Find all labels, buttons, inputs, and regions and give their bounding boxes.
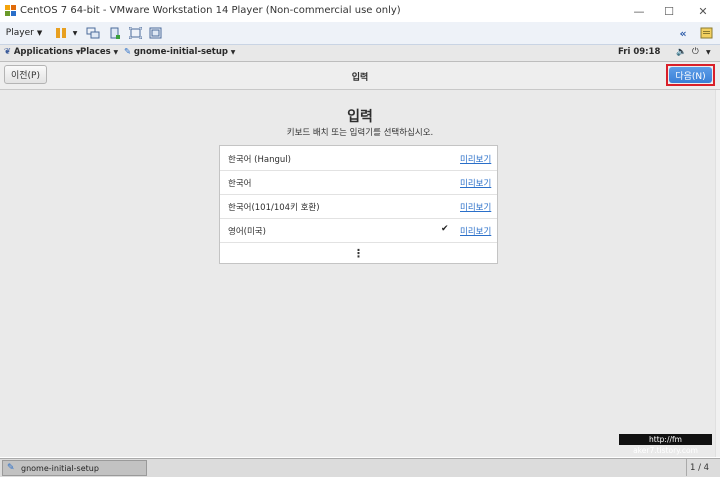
chevron-down-icon: ▼ xyxy=(72,29,78,37)
more-options-button[interactable]: ⋮ xyxy=(220,242,497,264)
setup-content: 입력 키보드 배치 또는 입력기를 선택하십시오. 한국어 (Hangul) 미… xyxy=(0,90,720,457)
library-button[interactable] xyxy=(697,25,715,41)
chevron-down-icon: ▼ xyxy=(36,29,43,37)
window-title-bar: CentOS 7 64-bit - VMware Workstation 14 … xyxy=(0,0,720,23)
list-item[interactable]: 한국어 미리보기 xyxy=(220,170,497,195)
close-button[interactable]: ✕ xyxy=(688,0,718,22)
pause-dropdown-button[interactable]: ▼ xyxy=(70,25,80,41)
page-subtitle: 키보드 배치 또는 입력기를 선택하십시오. xyxy=(286,128,434,138)
system-menu-chevron-icon[interactable]: ▼ xyxy=(706,49,711,56)
app-icon: ✎ xyxy=(124,47,132,57)
taskbar-item-label: gnome-initial-setup xyxy=(21,464,99,473)
volume-icon[interactable]: 🔈 xyxy=(676,47,687,57)
chevron-down-icon: ▼ xyxy=(230,49,236,56)
maximize-icon: ☐ xyxy=(664,4,674,18)
applications-label: Applications xyxy=(13,47,74,57)
input-source-list: 한국어 (Hangul) 미리보기 한국어 미리보기 한국어(101/104키 … xyxy=(219,145,498,264)
list-item-label: 한국어(101/104키 호환) xyxy=(228,203,320,213)
fullscreen-icon xyxy=(128,27,142,39)
window-edge xyxy=(715,90,720,457)
vmware-toolbar: Player ▼ ▼ « xyxy=(0,22,720,45)
taskbar-item[interactable]: ✎ gnome-initial-setup xyxy=(2,460,147,476)
chevron-down-icon: ▼ xyxy=(113,49,119,56)
removable-devices-icon xyxy=(110,27,120,39)
player-menu-button[interactable]: Player ▼ xyxy=(4,25,44,41)
list-item-label: 영어(미국) xyxy=(228,227,266,237)
maximize-button[interactable]: ☐ xyxy=(654,0,684,22)
send-ctrl-alt-del-icon xyxy=(86,27,100,39)
list-item[interactable]: 한국어 (Hangul) 미리보기 xyxy=(220,146,497,171)
applications-menu[interactable]: ❦ Applications ▼ xyxy=(4,47,80,57)
app-icon: ✎ xyxy=(7,463,15,473)
preview-link[interactable]: 미리보기 xyxy=(460,201,491,213)
send-ctrl-alt-del-button[interactable] xyxy=(84,25,102,41)
unity-button[interactable] xyxy=(146,25,164,41)
list-item-label: 한국어 xyxy=(228,179,252,189)
close-icon: ✕ xyxy=(698,4,708,18)
pause-icon xyxy=(56,28,66,38)
fullscreen-button[interactable] xyxy=(126,25,144,41)
workspace-indicator: 1 / 4 xyxy=(690,463,710,473)
setup-header-bar: 이전(P) 입력 다음(N) xyxy=(0,62,720,90)
removable-devices-button[interactable] xyxy=(106,25,124,41)
watermark: http://fm aker7.tistory.com xyxy=(619,434,712,455)
gnome-foot-icon: ❦ xyxy=(4,47,12,57)
gnome-taskbar: ✎ gnome-initial-setup 1 / 4 xyxy=(0,458,720,477)
next-button-highlight: 다음(N) xyxy=(666,64,715,86)
vmware-logo-icon xyxy=(5,5,16,16)
checkmark-icon: ✔ xyxy=(441,224,449,234)
list-item[interactable]: 영어(미국) ✔ 미리보기 xyxy=(220,218,497,243)
minimize-icon: — xyxy=(633,4,645,18)
places-menu[interactable]: Places ▼ xyxy=(80,47,118,57)
gnome-top-bar: ❦ Applications ▼ Places ▼ ✎ gnome-initia… xyxy=(0,45,720,62)
list-item[interactable]: 한국어(101/104키 호환) 미리보기 xyxy=(220,194,497,219)
preview-link[interactable]: 미리보기 xyxy=(460,225,491,237)
preview-link[interactable]: 미리보기 xyxy=(460,177,491,189)
page-title: 입력 xyxy=(347,109,373,125)
list-item-label: 한국어 (Hangul) xyxy=(228,155,291,165)
collapse-icon: « xyxy=(679,26,687,40)
clock[interactable]: Fri 09:18 xyxy=(618,47,660,57)
power-icon[interactable]: ⏻ xyxy=(692,47,699,57)
more-vertical-icon: ⋮ xyxy=(353,246,364,260)
minimize-button[interactable]: — xyxy=(624,0,654,22)
collapse-toolbar-button[interactable]: « xyxy=(675,25,691,41)
unity-icon xyxy=(149,27,161,39)
app-menu[interactable]: ✎ gnome-initial-setup ▼ xyxy=(124,47,235,57)
window-title: CentOS 7 64-bit - VMware Workstation 14 … xyxy=(20,5,401,16)
pause-button[interactable] xyxy=(52,25,70,41)
header-title: 입력 xyxy=(351,73,369,83)
library-icon xyxy=(700,27,712,39)
app-menu-label: gnome-initial-setup xyxy=(133,47,229,57)
player-menu-label: Player xyxy=(5,28,34,38)
preview-link[interactable]: 미리보기 xyxy=(460,153,491,165)
places-label: Places xyxy=(80,47,111,57)
next-button[interactable]: 다음(N) xyxy=(669,67,712,83)
